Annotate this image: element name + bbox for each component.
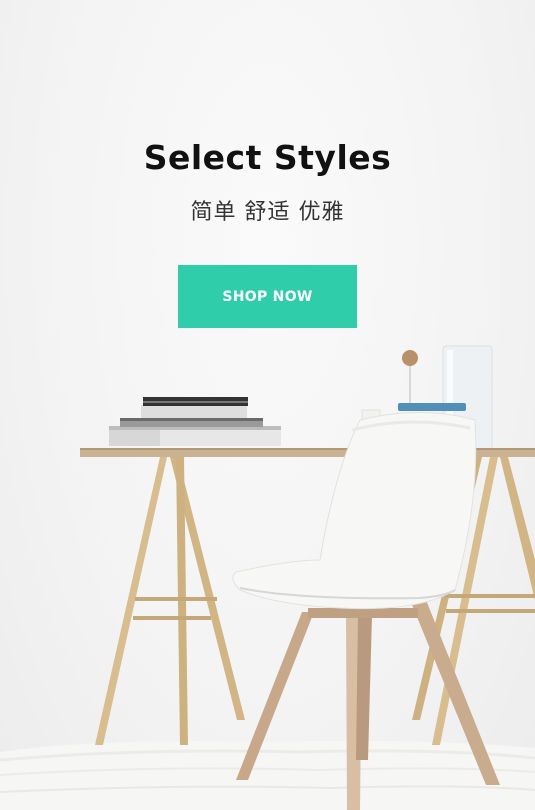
desk-scene-image	[0, 345, 535, 810]
wooden-ball-decor	[402, 350, 418, 366]
book-stack	[109, 397, 281, 446]
blue-object	[398, 403, 466, 411]
shop-now-button[interactable]: SHOP NOW	[178, 265, 357, 328]
rug	[0, 740, 535, 810]
hero-subtitle: 简单 舒适 优雅	[190, 200, 345, 225]
hero-title: Select Styles	[143, 138, 392, 177]
hero-banner: Select Styles 简单 舒适 优雅 SHOP NOW	[0, 0, 535, 810]
